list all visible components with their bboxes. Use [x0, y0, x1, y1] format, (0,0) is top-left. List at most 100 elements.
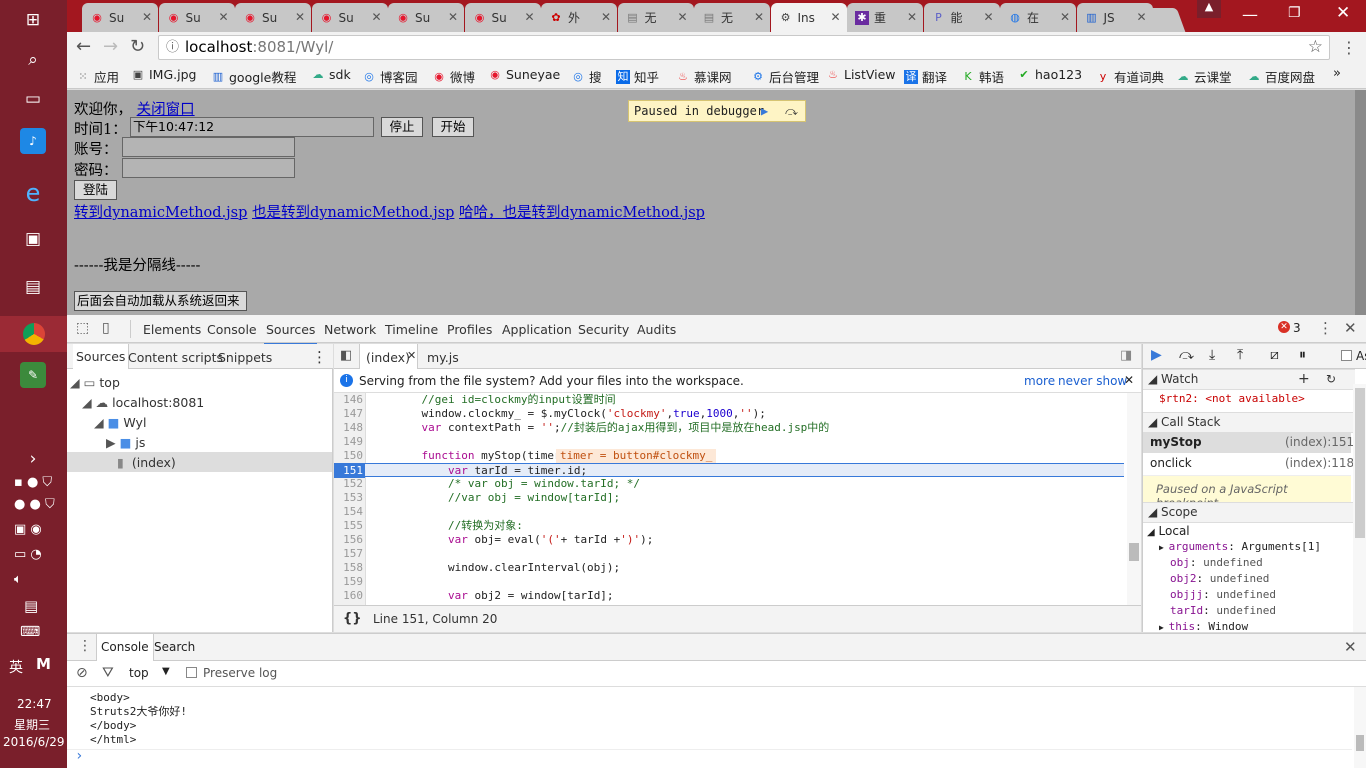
- line-number[interactable]: 156: [334, 533, 363, 547]
- bookmark-item[interactable]: ◉ Suneyae: [488, 67, 560, 82]
- browser-tab[interactable]: P 能 ✕: [923, 3, 1000, 32]
- info-icon[interactable]: ⓘ: [166, 36, 179, 59]
- code-line[interactable]: 160 var obj2 = window[tarId];: [334, 589, 1124, 603]
- browser-tab[interactable]: ◍ 在 ✕: [1000, 3, 1076, 32]
- async-checkbox[interactable]: [1341, 350, 1352, 361]
- infobar-never-show-link[interactable]: never show: [1058, 374, 1127, 388]
- console-output[interactable]: <body> Struts2大爷你好! </body> </html> ›: [67, 687, 1366, 768]
- preserve-log-checkbox[interactable]: [186, 667, 197, 678]
- refresh-icon[interactable]: ↻: [1326, 370, 1336, 389]
- scope-header[interactable]: ◢ Scope: [1143, 502, 1355, 523]
- app-icon[interactable]: ♪: [20, 128, 46, 154]
- bookmark-item[interactable]: 知知乎: [616, 67, 659, 86]
- browser-tab[interactable]: ▤ 无 ✕: [617, 3, 694, 32]
- line-number[interactable]: 157: [334, 547, 363, 561]
- tab-elements[interactable]: Elements: [143, 322, 201, 337]
- forward-icon[interactable]: →: [103, 36, 118, 57]
- infobar-more-link[interactable]: more: [1024, 374, 1055, 388]
- code-line[interactable]: 159: [334, 575, 1124, 589]
- tab-console[interactable]: Console: [207, 322, 257, 337]
- error-icon[interactable]: ✕: [1278, 321, 1290, 333]
- line-number[interactable]: 147: [334, 407, 363, 421]
- editor-tab-myjs[interactable]: my.js: [427, 350, 459, 365]
- scope-variable[interactable]: objjj: undefined: [1170, 588, 1276, 601]
- step-into-icon[interactable]: ⤓: [1209, 347, 1215, 363]
- tree-item-top[interactable]: ◢ ▭ top: [70, 375, 120, 390]
- back-icon[interactable]: ←: [76, 36, 91, 57]
- breakpoint-marker[interactable]: 151: [334, 464, 365, 478]
- context-select[interactable]: top: [129, 666, 149, 680]
- filter-icon[interactable]: ⛛: [102, 665, 114, 681]
- callstack-header[interactable]: ◢ Call Stack: [1143, 412, 1355, 433]
- clear-console-icon[interactable]: ⊘: [76, 665, 88, 681]
- browser-tab[interactable]: ✱ 重 ✕: [847, 3, 923, 32]
- search-icon[interactable]: ⌕: [14, 43, 52, 77]
- minimize-icon[interactable]: —: [1242, 5, 1258, 24]
- code-line[interactable]: 157: [334, 547, 1124, 561]
- scroll-thumb[interactable]: [1356, 735, 1364, 751]
- add-icon[interactable]: +: [1298, 370, 1310, 389]
- bookmarks-more[interactable]: »: [1333, 66, 1341, 81]
- scroll-thumb[interactable]: [1129, 543, 1139, 561]
- nav-tab-sources[interactable]: Sources: [73, 344, 130, 369]
- code-line[interactable]: 154: [334, 505, 1124, 519]
- watch-item[interactable]: $rtn2: <not available>: [1159, 392, 1305, 405]
- tab-audits[interactable]: Audits: [637, 322, 676, 337]
- close-window-icon[interactable]: ✕: [1336, 3, 1350, 23]
- close-devtools-icon[interactable]: ✕: [1344, 319, 1357, 337]
- clock-time[interactable]: 22:47: [17, 697, 52, 711]
- bookmark-item[interactable]: K 韩语: [961, 67, 1004, 86]
- password-input[interactable]: [122, 158, 295, 178]
- stop-button[interactable]: 停止: [381, 117, 423, 137]
- browser-tab[interactable]: ◉ Su ✕: [235, 3, 311, 32]
- close-tab-icon[interactable]: ✕: [601, 10, 611, 24]
- line-number[interactable]: 160: [334, 589, 363, 603]
- star-icon[interactable]: ☆: [1308, 36, 1323, 59]
- error-count[interactable]: 3: [1293, 321, 1301, 335]
- line-number[interactable]: 159: [334, 575, 363, 589]
- bookmark-item[interactable]: ▣ IMG.jpg: [131, 67, 197, 82]
- nav-tab-content-scripts[interactable]: Content scripts: [128, 350, 223, 365]
- close-tab-icon[interactable]: ✕: [1060, 10, 1070, 24]
- reload-icon[interactable]: ↻: [130, 36, 145, 57]
- code-line[interactable]: 158 window.clearInterval(obj);: [334, 561, 1124, 575]
- line-number[interactable]: 148: [334, 421, 363, 435]
- resume-icon[interactable]: ▶︎: [761, 101, 768, 121]
- tray-icons[interactable]: ▣ ◉: [14, 522, 42, 537]
- tab-network[interactable]: Network: [324, 322, 376, 337]
- bookmark-item[interactable]: ☁ 云课堂: [1176, 67, 1232, 86]
- line-number[interactable]: 153: [334, 491, 363, 505]
- maximize-icon[interactable]: ❐: [1288, 5, 1301, 21]
- browser-tab[interactable]: ◉ Su ✕: [311, 3, 388, 32]
- close-tab-icon[interactable]: ✕: [295, 10, 305, 24]
- close-tab-icon[interactable]: ✕: [142, 10, 152, 24]
- dropdown-icon[interactable]: ▼: [162, 666, 170, 677]
- pause-exceptions-icon[interactable]: ⏸︎: [1299, 347, 1306, 363]
- close-tab-icon[interactable]: ✕: [830, 10, 840, 24]
- scope-variable[interactable]: tarId: undefined: [1170, 604, 1276, 617]
- bookmark-item[interactable]: ♨ 慕课网: [676, 67, 731, 86]
- navigator-menu-icon[interactable]: ⋮: [312, 348, 327, 366]
- tree-item-js[interactable]: ▶︎ ■ js: [106, 435, 145, 450]
- line-number[interactable]: 152: [334, 477, 363, 491]
- close-tab-icon[interactable]: ✕: [218, 10, 228, 24]
- bookmark-item[interactable]: ⚙ 后台管理: [751, 67, 819, 86]
- menu-icon[interactable]: ⋮: [1341, 38, 1357, 57]
- editor-scrollbar[interactable]: [1127, 393, 1141, 605]
- nav-tab-snippets[interactable]: Snippets: [218, 350, 272, 365]
- login-button[interactable]: 登陆: [74, 180, 117, 200]
- auto-load-button[interactable]: 后面会自动加载从系统返回来: [74, 291, 247, 311]
- task-view-icon[interactable]: ▭: [14, 82, 52, 116]
- browser-tab[interactable]: ▤ 无 ✕: [694, 3, 770, 32]
- page-scrollbar[interactable]: [1355, 90, 1366, 315]
- step-over-icon[interactable]: ⤼: [1179, 347, 1194, 363]
- link-dynamic-3[interactable]: 哈哈，也是转到dynamicMethod.jsp: [459, 205, 705, 221]
- bookmark-item[interactable]: ◎ 搜: [571, 67, 601, 86]
- bookmark-item[interactable]: ✔ hao123: [1017, 67, 1082, 82]
- sidebar-scrollbar[interactable]: [1353, 384, 1366, 632]
- deactivate-breakpoints-icon[interactable]: ⧄: [1270, 347, 1279, 363]
- scope-variable[interactable]: ▶︎ arguments: Arguments[1]: [1159, 540, 1321, 553]
- app-icon[interactable]: ▤: [14, 270, 52, 304]
- devtools-menu-icon[interactable]: ⋮: [1318, 319, 1333, 337]
- browser-tab[interactable]: ⚙ Ins ✕: [770, 3, 847, 32]
